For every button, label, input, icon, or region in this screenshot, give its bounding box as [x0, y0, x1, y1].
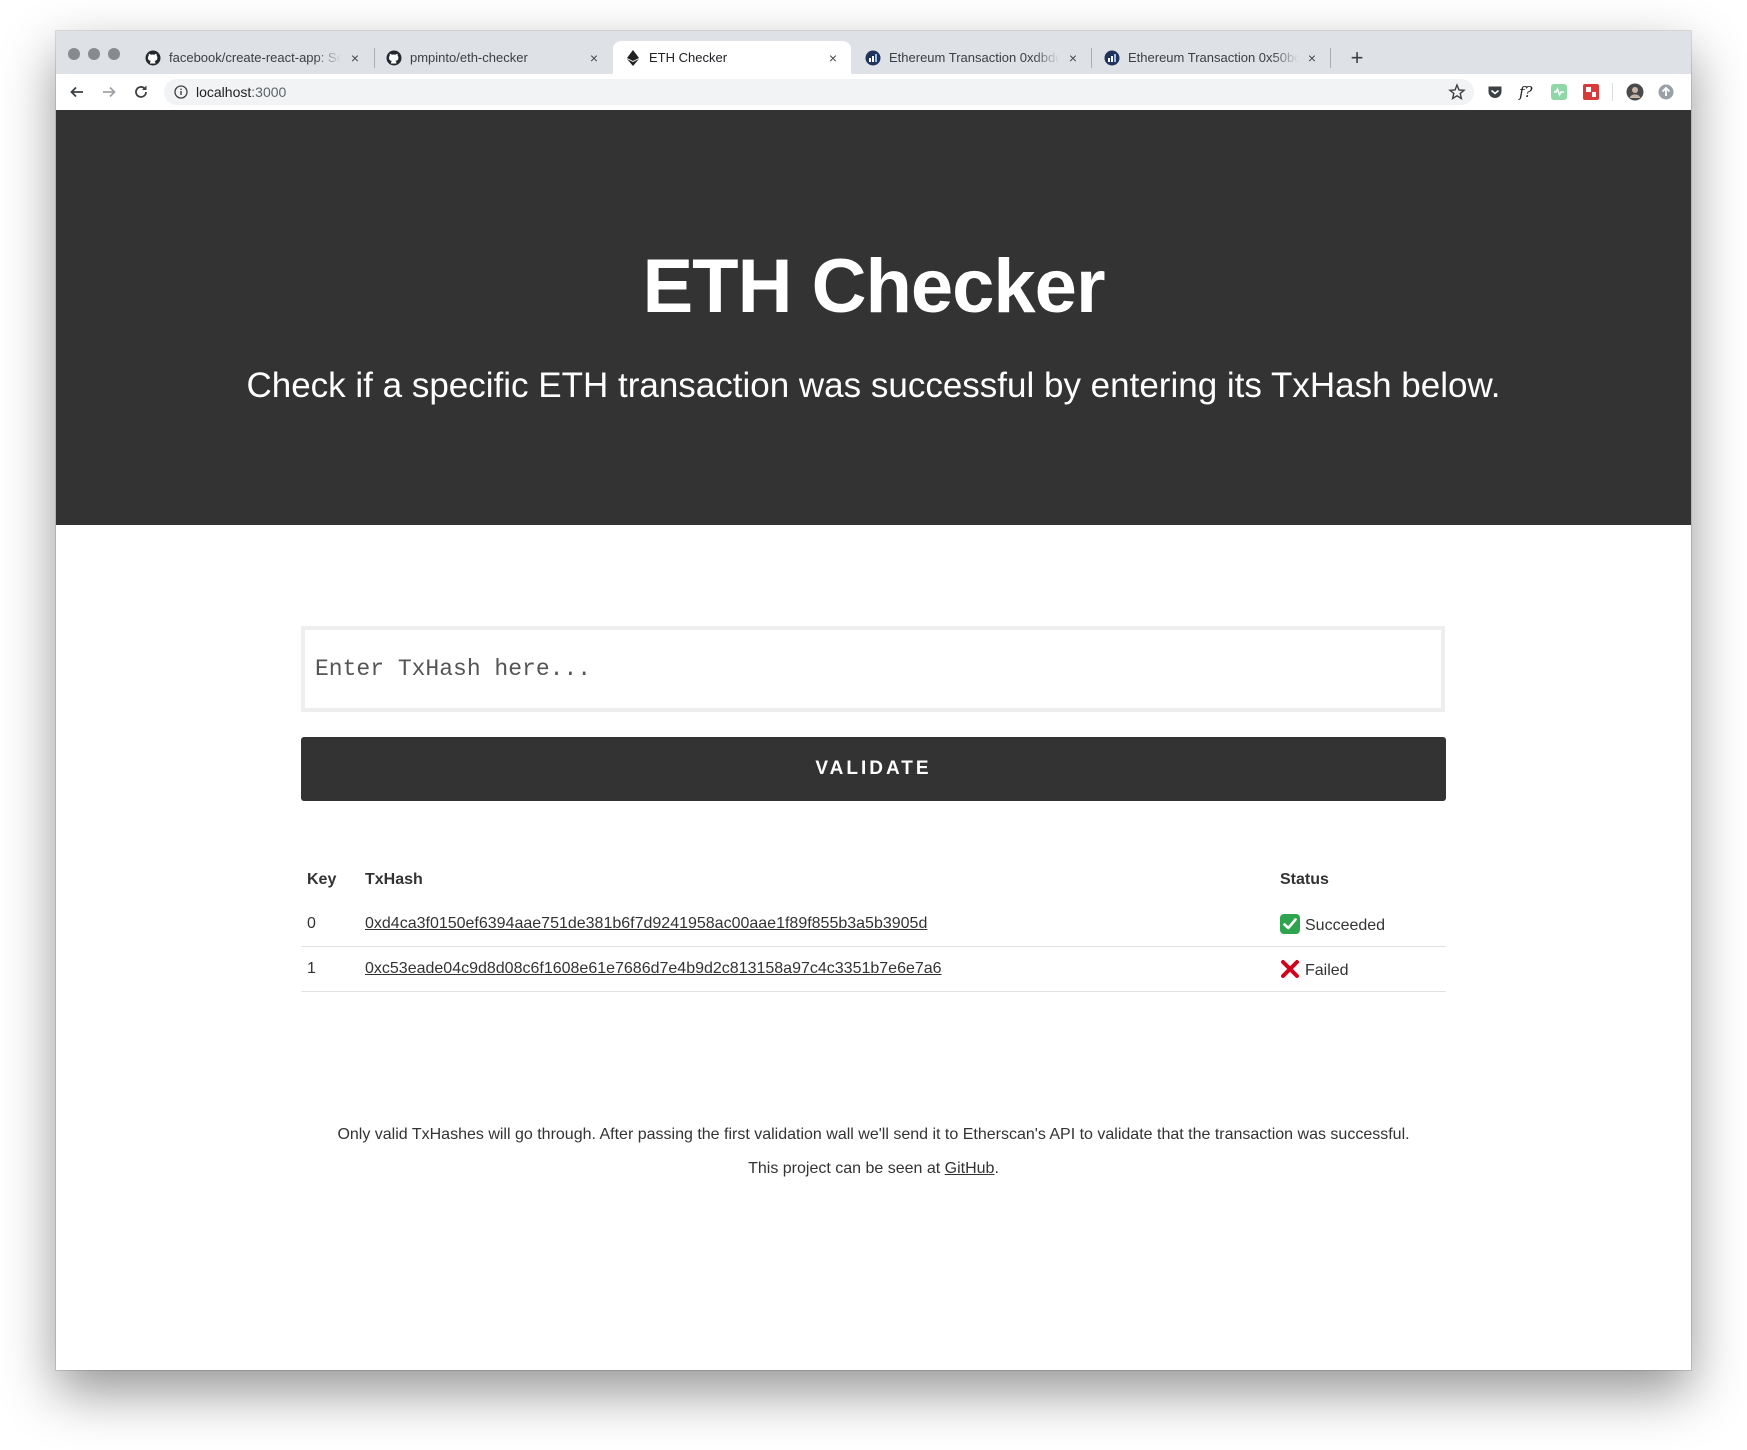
- minimize-window-button[interactable]: [88, 48, 100, 60]
- red-extension-icon[interactable]: [1582, 83, 1600, 101]
- cross-icon: [1280, 959, 1300, 979]
- txhash-link[interactable]: 0xd4ca3f0150ef6394aae751de381b6f7d924195…: [365, 915, 927, 932]
- back-button[interactable]: [67, 82, 87, 102]
- reload-button[interactable]: [131, 82, 151, 102]
- column-header-status: Status: [1280, 871, 1329, 888]
- back-arrow-icon: [70, 86, 83, 98]
- table-row: 0 0xd4ca3f0150ef6394aae751de381b6f7d9241…: [301, 902, 1446, 947]
- close-tab-icon[interactable]: ×: [1065, 50, 1081, 66]
- row-status-cell: Failed: [1274, 946, 1446, 992]
- tab-create-react-app[interactable]: facebook/create-react-app: Se ×: [133, 41, 373, 74]
- table-header-row: Key TxHash Status: [301, 858, 1446, 902]
- etherscan-icon: [1104, 50, 1120, 66]
- address-bar[interactable]: localhost:3000: [164, 79, 1474, 105]
- column-header-txhash: TxHash: [365, 871, 423, 888]
- profile-avatar[interactable]: [1626, 83, 1644, 101]
- svg-text:f?: f?: [1518, 83, 1534, 101]
- close-tab-icon[interactable]: ×: [347, 50, 363, 66]
- page-title: ETH Checker: [642, 244, 1105, 329]
- project-link-line: This project can be seen at GitHub.: [56, 1152, 1691, 1186]
- close-tab-icon[interactable]: ×: [586, 50, 602, 66]
- row-status-cell: Succeeded: [1274, 902, 1446, 947]
- project-suffix: .: [994, 1160, 999, 1177]
- tab-title: Ethereum Transaction 0xdbdd: [889, 50, 1059, 65]
- page-content: ETH Checker Check if a specific ETH tran…: [56, 110, 1691, 1370]
- results-table: Key TxHash Status 0 0xd4ca3f0150ef6394aa…: [301, 858, 1446, 992]
- check-icon: [1280, 913, 1300, 934]
- tab-ethereum-transaction-1[interactable]: Ethereum Transaction 0xdbdd ×: [853, 41, 1091, 74]
- tab-eth-checker-repo[interactable]: pmpinto/eth-checker ×: [374, 41, 612, 74]
- txhash-link[interactable]: 0xc53eade04c9d8d08c6f1608e61e7686d7e4b9d…: [365, 960, 942, 977]
- url-port: :3000: [251, 84, 287, 100]
- txhash-input[interactable]: [301, 626, 1445, 712]
- zoom-window-button[interactable]: [108, 48, 120, 60]
- url-host: localhost: [196, 84, 252, 100]
- tab-divider: [1330, 48, 1331, 68]
- fonts-extension-icon[interactable]: f?: [1518, 83, 1536, 101]
- project-prefix: This project can be seen at: [748, 1160, 945, 1177]
- row-txhash-cell: 0xd4ca3f0150ef6394aae751de381b6f7d924195…: [359, 902, 1274, 947]
- hero-banner: ETH Checker Check if a specific ETH tran…: [56, 110, 1691, 525]
- url-text: localhost:3000: [196, 84, 286, 100]
- close-window-button[interactable]: [68, 48, 80, 60]
- bookmark-star-icon[interactable]: [1448, 83, 1466, 106]
- page-subtitle: Check if a specific ETH transaction was …: [246, 366, 1501, 405]
- toolbar-divider: [1612, 83, 1613, 101]
- status-text: Succeeded: [1305, 916, 1386, 934]
- footer-note: Only valid TxHashes will go through. Aft…: [56, 1118, 1691, 1186]
- update-icon[interactable]: [1657, 83, 1675, 101]
- tab-strip: facebook/create-react-app: Se × pmpinto/…: [56, 31, 1691, 74]
- green-extension-icon[interactable]: [1550, 83, 1568, 101]
- github-icon: [386, 50, 402, 66]
- site-info-icon[interactable]: [174, 85, 188, 99]
- tab-title: Ethereum Transaction 0x50bd: [1128, 50, 1298, 65]
- tab-title: pmpinto/eth-checker: [410, 50, 528, 65]
- etherscan-icon: [865, 50, 881, 66]
- pocket-icon[interactable]: [1486, 83, 1504, 101]
- row-key: 1: [301, 946, 359, 992]
- github-link[interactable]: GitHub: [945, 1160, 995, 1177]
- row-key: 0: [301, 902, 359, 947]
- table-row: 1 0xc53eade04c9d8d08c6f1608e61e7686d7e4b…: [301, 946, 1446, 992]
- status-text: Failed: [1305, 961, 1349, 979]
- forward-button[interactable]: [99, 82, 119, 102]
- reload-icon: [135, 85, 147, 98]
- tab-ethereum-transaction-2[interactable]: Ethereum Transaction 0x50bd ×: [1092, 41, 1330, 74]
- tab-eth-checker[interactable]: ETH Checker ×: [613, 41, 851, 74]
- browser-toolbar: localhost:3000 f?: [56, 74, 1691, 111]
- tab-title: facebook/create-react-app: Se: [169, 50, 341, 65]
- tab-title: ETH Checker: [649, 50, 728, 65]
- close-tab-icon[interactable]: ×: [825, 50, 841, 66]
- row-txhash-cell: 0xc53eade04c9d8d08c6f1608e61e7686d7e4b9d…: [359, 946, 1274, 992]
- ethereum-icon: [625, 49, 641, 66]
- new-tab-button[interactable]: +: [1343, 44, 1371, 72]
- browser-window: facebook/create-react-app: Se × pmpinto/…: [56, 31, 1691, 1370]
- column-header-key: Key: [307, 871, 337, 888]
- github-icon: [145, 50, 161, 66]
- close-tab-icon[interactable]: ×: [1304, 50, 1320, 66]
- validate-button[interactable]: VALIDATE: [301, 737, 1446, 801]
- forward-arrow-icon: [103, 86, 116, 98]
- validation-info-text: Only valid TxHashes will go through. Aft…: [337, 1126, 1410, 1143]
